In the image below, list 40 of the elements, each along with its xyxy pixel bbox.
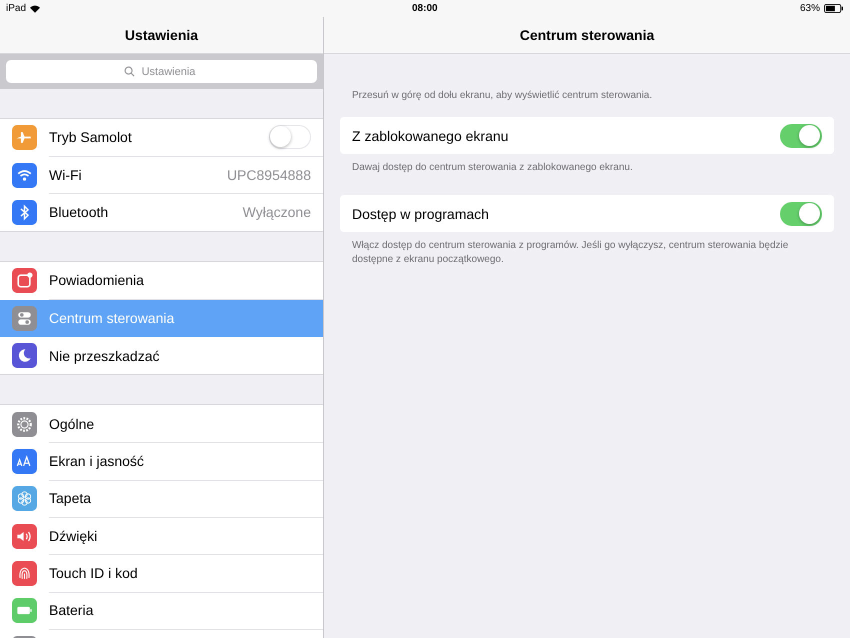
sidebar-title: Ustawienia xyxy=(124,27,198,43)
row-label: Powiadomienia xyxy=(49,272,145,288)
row-label: Dźwięki xyxy=(49,528,98,544)
battery-percent: 63% xyxy=(800,3,820,14)
battery-icon xyxy=(824,4,844,13)
setting-label: Dostęp w programach xyxy=(352,206,490,222)
settings-row[interactable]: Tryb Samolot xyxy=(0,119,323,156)
setting-description: Dawaj dostęp do centrum sterowania z zablokowanego ekranu. xyxy=(352,161,634,175)
row-label: Tryb Samolot xyxy=(49,129,133,146)
search-icon xyxy=(124,66,134,77)
row-label: Touch ID i kod xyxy=(49,565,139,582)
settings-row[interactable]: Ogólne xyxy=(0,405,323,443)
row-label: Bluetooth xyxy=(49,204,110,220)
settings-row[interactable]: Tapeta xyxy=(0,480,323,518)
row-value: UPC8954888 xyxy=(226,166,311,183)
settings-row[interactable]: Ekran i jasność xyxy=(0,442,323,480)
intro-text: Przesuń w górę od dołu ekranu, aby wyświetlić centrum sterowania. xyxy=(352,90,654,101)
toggle-switch[interactable] xyxy=(780,202,822,226)
row-label: Tapeta xyxy=(49,490,92,506)
settings-row[interactable]: Bluetooth Wyłączone xyxy=(0,194,323,232)
device-name: iPad xyxy=(6,3,26,14)
row-label: Centrum sterowania xyxy=(49,310,176,326)
settings-row[interactable]: Touch ID i kod xyxy=(0,554,323,592)
settings-row[interactable]: Wi-Fi UPC8954888 xyxy=(0,156,323,194)
setting-label: Z zablokowanego ekranu xyxy=(352,128,510,144)
setting-description: Włącz dostęp do centrum sterowania z programów. Jeśli go wyłączysz, centrum sterowania będzie dostępne z ekranu początkowego. xyxy=(352,239,790,267)
row-value: Wyłączone xyxy=(242,204,311,220)
row-label: Nie przeszkadzać xyxy=(49,348,160,364)
page-title: Centrum sterowania xyxy=(520,27,654,43)
row-label: Bateria xyxy=(49,602,94,618)
row-label: Ogólne xyxy=(49,416,96,432)
settings-row[interactable]: Dźwięki xyxy=(0,518,323,555)
wifi-signal-icon xyxy=(30,4,40,12)
settings-row[interactable]: Nie przeszkadzać xyxy=(0,336,323,374)
toggle-switch[interactable] xyxy=(780,124,822,148)
row-label: Wi-Fi xyxy=(49,166,83,183)
settings-row[interactable]: Bateria xyxy=(0,592,323,630)
row-label: Ekran i jasność xyxy=(49,452,145,469)
search-field[interactable]: Ustawienia xyxy=(6,60,317,83)
clock: 08:00 xyxy=(412,3,438,14)
